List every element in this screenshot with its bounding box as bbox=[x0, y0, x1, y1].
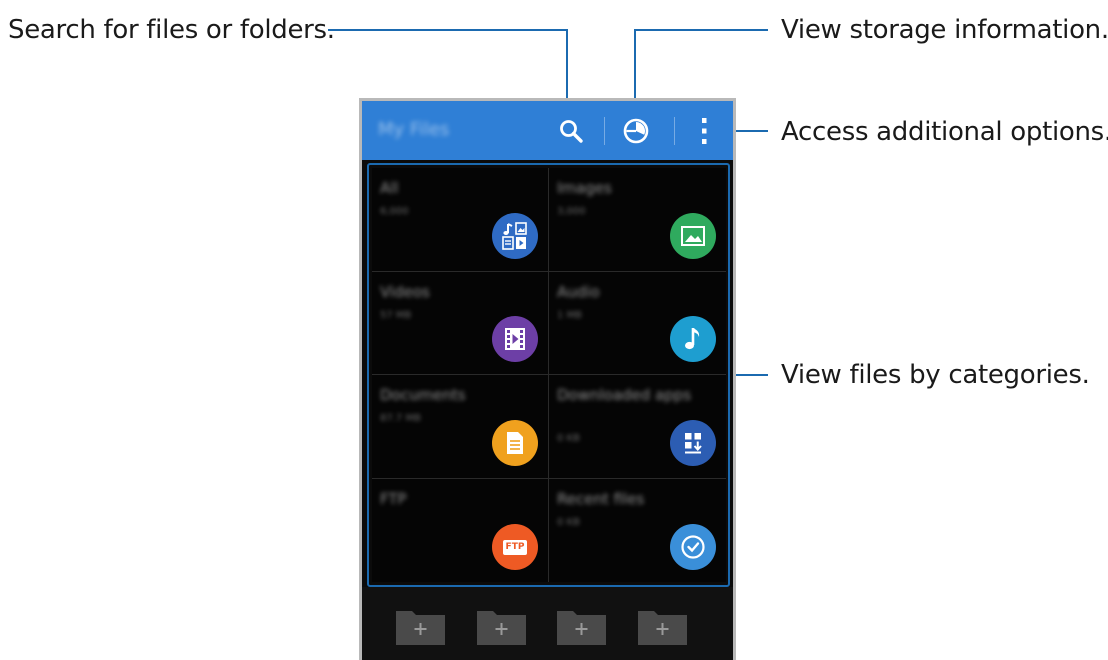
documents-icon bbox=[492, 419, 538, 466]
more-options-icon bbox=[702, 117, 707, 144]
category-name: FTP bbox=[380, 489, 407, 508]
category-name: Recent files bbox=[557, 489, 645, 508]
category-count: 57 MB bbox=[380, 309, 412, 321]
category-grid: All 6,000 Images 3,000 Videos 57 MB Audi… bbox=[372, 168, 726, 582]
category-tile-images[interactable]: Images 3,000 bbox=[549, 168, 726, 272]
images-icon bbox=[670, 212, 716, 259]
shortcut-folder-bar bbox=[362, 587, 733, 660]
category-tile-ftp[interactable]: FTP FTP bbox=[372, 478, 549, 582]
add-folder-icon[interactable] bbox=[477, 605, 526, 645]
category-tile-videos[interactable]: Videos 57 MB bbox=[372, 271, 549, 375]
category-tile-recent-files[interactable]: Recent files 0 KB bbox=[549, 478, 726, 582]
search-icon bbox=[560, 119, 583, 143]
recent-files-icon bbox=[670, 524, 716, 570]
category-name: All bbox=[380, 179, 399, 197]
all-files-icon bbox=[492, 212, 538, 259]
audio-icon bbox=[670, 316, 716, 362]
category-count: 0 KB bbox=[557, 433, 580, 444]
add-folder-icon[interactable] bbox=[557, 605, 606, 645]
callout-search: Search for files or folders. bbox=[8, 15, 335, 45]
category-tile-audio[interactable]: Audio 1 MB bbox=[549, 271, 726, 375]
category-count: 6,000 bbox=[380, 206, 409, 217]
category-name: Documents bbox=[380, 386, 466, 404]
callout-search-line-h bbox=[328, 29, 568, 31]
add-folder-icon[interactable] bbox=[396, 605, 445, 645]
category-tile-all[interactable]: All 6,000 bbox=[372, 168, 549, 272]
category-count: 0 KB bbox=[557, 516, 580, 528]
action-bar-separator bbox=[604, 117, 605, 145]
callout-storage-line-h bbox=[634, 29, 768, 31]
callout-categories: View files by categories. bbox=[781, 360, 1090, 390]
phone-screen: My Files All 6,000 Images 3,000 Videos 5… bbox=[359, 98, 736, 660]
category-name: Images bbox=[557, 179, 612, 197]
category-tile-downloaded-apps[interactable]: Downloaded apps 0 KB bbox=[549, 375, 726, 479]
callout-options: Access additional options. bbox=[781, 117, 1108, 147]
callout-storage: View storage information. bbox=[781, 15, 1108, 45]
more-options-button[interactable] bbox=[680, 101, 728, 160]
category-name: Downloaded apps bbox=[557, 386, 692, 404]
category-count: 1 MB bbox=[557, 309, 583, 321]
category-tile-documents[interactable]: Documents 87.7 MB bbox=[372, 375, 549, 479]
action-bar-separator bbox=[674, 117, 675, 145]
storage-button[interactable] bbox=[612, 101, 660, 160]
search-button[interactable] bbox=[547, 101, 595, 160]
category-count: 87.7 MB bbox=[380, 413, 421, 424]
category-count: 3,000 bbox=[557, 206, 586, 217]
category-name: Audio bbox=[557, 282, 600, 301]
ftp-icon: FTP bbox=[492, 524, 538, 570]
category-name: Videos bbox=[380, 282, 430, 301]
app-title: My Files bbox=[378, 119, 450, 140]
videos-icon bbox=[492, 316, 538, 362]
storage-icon bbox=[623, 118, 649, 143]
add-folder-icon[interactable] bbox=[638, 605, 687, 645]
downloaded-apps-icon bbox=[670, 419, 716, 466]
ftp-badge: FTP bbox=[502, 539, 528, 555]
action-bar: My Files bbox=[362, 101, 733, 160]
